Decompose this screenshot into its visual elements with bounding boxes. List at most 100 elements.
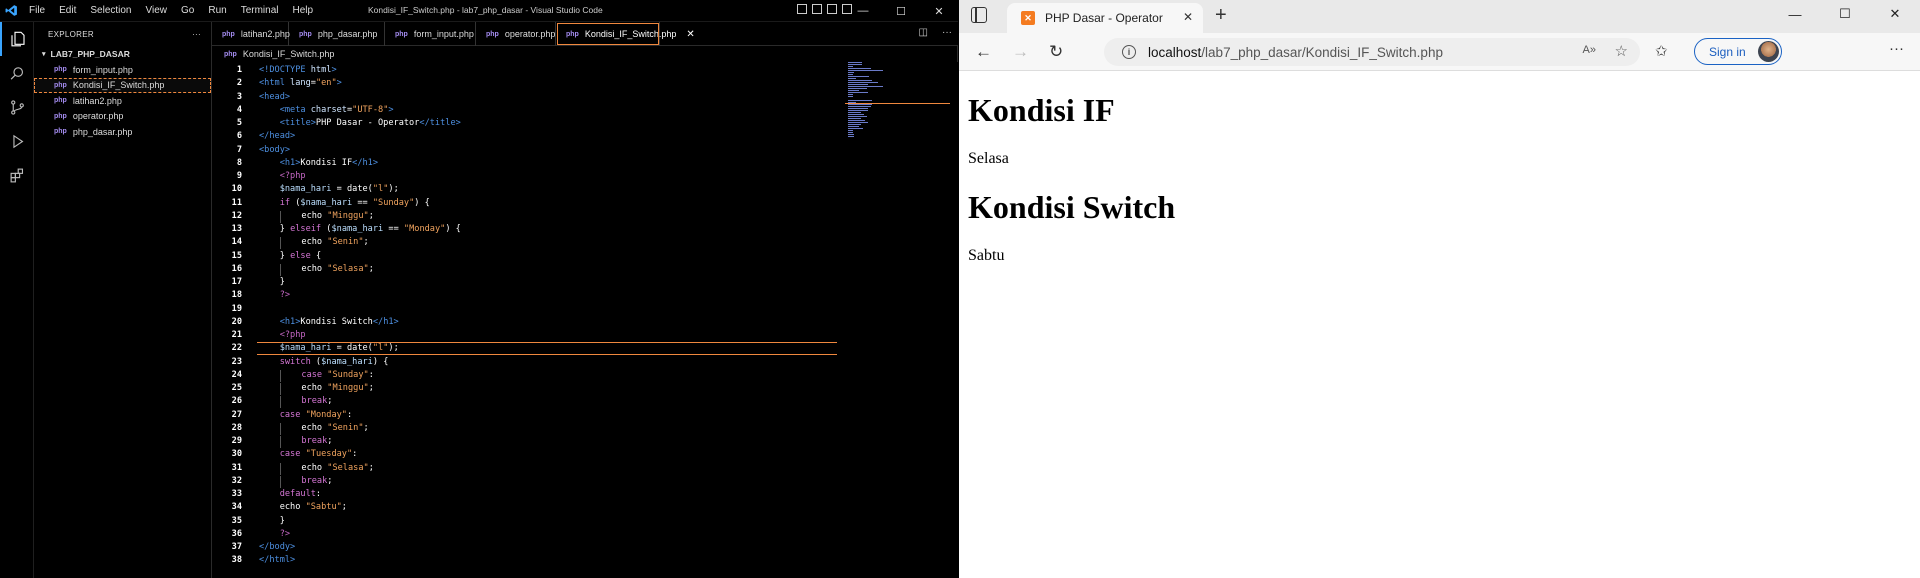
read-aloud-icon[interactable]: A» [1583,44,1596,56]
editor-tab-bar: php latihan2.php php php_dasar.php php form_i… [212,22,958,46]
tab-close-icon[interactable]: ✕ [1183,10,1193,24]
toggle-primary-sidebar-icon[interactable] [797,4,807,14]
line-number: 21 [231,330,242,340]
code-line: } [279,277,285,287]
minimap-line [848,88,867,89]
menu-item-file[interactable]: File [22,5,52,16]
code-line: <?php [279,330,306,340]
tab-close-icon[interactable]: ✕ [686,29,694,40]
explorer-more-icon[interactable]: ··· [192,30,201,39]
explorer-file[interactable]: php latihan2.php [34,93,211,109]
line-number: 10 [231,184,242,195]
minimap-line [848,78,857,79]
editor-tab[interactable]: php latihan2.php [212,22,290,46]
explorer-file[interactable]: php Kondisi_IF_Switch.php [34,77,211,93]
minimap-line [848,86,884,87]
browser-window-controls: — ☐ ✕ [1770,0,1920,28]
menu-item-view[interactable]: View [139,5,175,16]
code-editor[interactable]: 1 <!DOCTYPE html> 2 <html lang="en"> 3 <head>… [212,62,840,578]
explorer-file[interactable]: php php_dasar.php [34,124,211,140]
workspace-folder[interactable]: ▾ LAB7_PHP_DASAR [34,46,211,62]
sign-in-button[interactable]: Sign in [1694,38,1782,65]
code-line: echo "Minggu"; [259,210,374,223]
code-line: } else { [279,250,322,261]
minimap[interactable] [845,62,953,142]
back-arrow-icon[interactable]: ← [975,42,992,62]
explorer-file[interactable]: php form_input.php [34,62,211,78]
minimap-line [848,110,868,111]
activity-bar [0,22,34,578]
code-line: echo "Sabtu"; [279,502,347,513]
browser-tab-strip: ✕ PHP Dasar - Operator ✕ + — ☐ ✕ [959,0,1920,33]
editor-tab[interactable]: php Kondisi_IF_Switch.php ✕ [556,22,695,46]
minimap-line [848,132,854,133]
maximize-button[interactable]: ☐ [882,0,920,22]
editor-tab[interactable]: php operator.php [476,22,556,46]
breadcrumb[interactable]: php Kondisi_IF_Switch.php [212,46,958,62]
browser-minimize-button[interactable]: — [1770,0,1820,28]
browser-tab-title: PHP Dasar - Operator [1045,11,1163,25]
more-actions-icon[interactable]: ··· [942,27,952,38]
line-number: 8 [236,157,242,168]
output-if: Selasa [968,150,1009,167]
explorer-file[interactable]: php operator.php [34,109,211,125]
extensions-icon[interactable] [0,158,34,192]
menu-item-edit[interactable]: Edit [52,5,83,16]
line-number: 31 [231,462,242,473]
minimize-button[interactable]: — [844,0,882,22]
browser-window: ✕ PHP Dasar - Operator ✕ + — ☐ ✕ ← → ↻ i… [959,0,1920,578]
code-line: </head> [259,131,296,142]
explorer-icon[interactable] [0,22,34,56]
browser-toolbar: ← → ↻ i localhost /lab7_php_dasar/Kondis… [959,33,1920,71]
run-debug-icon[interactable] [0,124,34,158]
menu-item-terminal[interactable]: Terminal [234,5,286,16]
minimap-line [848,100,873,101]
favorites-icon[interactable]: ✩ [1655,42,1668,60]
forward-arrow-icon[interactable]: → [1012,42,1029,62]
code-line: break; [259,396,332,409]
new-tab-button[interactable]: + [1215,4,1227,27]
minimap-line [848,92,868,93]
split-editor-icon[interactable]: ◫ [919,27,928,38]
browser-maximize-button[interactable]: ☐ [1820,0,1870,28]
minimap-line [848,96,854,97]
minimap-line [848,116,867,117]
code-line: case "Tuesday": [279,449,358,460]
menu-item-selection[interactable]: Selection [83,5,138,16]
code-line: echo "Senin"; [259,237,369,250]
source-control-icon[interactable] [0,90,34,124]
line-number: 2 [236,78,242,89]
editor-scrollbar[interactable] [950,62,958,578]
toggle-secondary-sidebar-icon[interactable] [827,4,837,14]
toggle-panel-icon[interactable] [812,4,822,14]
refresh-icon[interactable]: ↻ [1049,42,1063,62]
settings-more-icon[interactable]: ··· [1889,40,1904,57]
menu-item-run[interactable]: Run [201,5,233,16]
vscode-title-bar: File Edit Selection View Go Run Terminal Help K… [0,0,958,22]
tab-actions-icon[interactable] [971,7,987,23]
search-icon[interactable] [0,56,34,90]
add-favorite-icon[interactable]: ☆ [1615,42,1628,60]
code-line: case "Sunday": [259,369,374,382]
editor-tab[interactable]: php php_dasar.php [289,22,385,46]
vscode-window-controls: — ☐ ✕ [844,0,958,22]
code-line: <html lang="en"> [259,78,342,89]
browser-close-button[interactable]: ✕ [1870,0,1920,28]
vscode-window-title: Kondisi_IF_Switch.php - lab7_php_dasar -… [368,5,603,15]
line-number: 18 [231,290,242,301]
minimap-line [848,104,873,105]
site-info-icon[interactable]: i [1122,45,1136,59]
menu-item-go[interactable]: Go [174,5,201,16]
menu-item-help[interactable]: Help [286,5,321,16]
browser-tab[interactable]: ✕ PHP Dasar - Operator ✕ [1007,3,1203,33]
editor-tab[interactable]: php form_input.php [385,22,476,46]
explorer-title: EXPLORER [48,29,94,39]
line-number: 13 [231,224,242,234]
minimap-line [848,118,861,119]
address-bar[interactable]: i localhost /lab7_php_dasar/Kondisi_IF_S… [1104,38,1640,66]
close-button[interactable]: ✕ [920,0,958,22]
line-number: 27 [231,409,242,420]
line-number: 26 [231,396,242,407]
code-line: <meta charset="UTF-8"> [279,104,394,115]
line-number: 28 [231,422,242,433]
